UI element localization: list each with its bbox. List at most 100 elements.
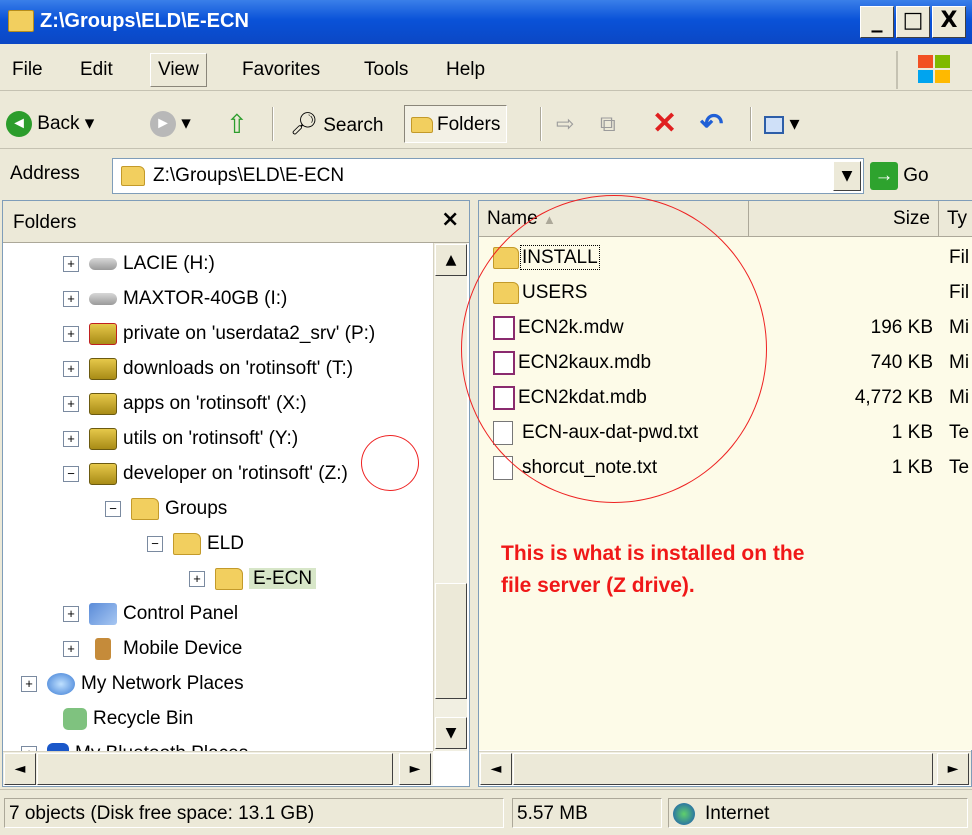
delete-button[interactable]: ✕ (652, 105, 677, 143)
expand-toggle[interactable]: + (63, 605, 79, 622)
scroll-right-button[interactable]: ► (399, 753, 431, 785)
address-input[interactable]: Z:\Groups\ELD\E-ECN ▼ (112, 158, 864, 194)
expand-toggle[interactable]: + (189, 570, 205, 587)
tree-item-bluetooth[interactable]: +My Bluetooth Places (21, 738, 248, 751)
expand-toggle[interactable]: + (63, 360, 79, 377)
network-drive-icon (89, 462, 117, 485)
collapse-toggle[interactable]: − (105, 500, 121, 517)
toolbar-separator (540, 107, 542, 141)
tree-item-label: MAXTOR-40GB (I:) (123, 288, 288, 309)
tree-item-eld[interactable]: − ELD (147, 528, 244, 560)
standard-toolbar: ◄ Back ▾ ► ▾ ⇧ 🔎︎ Search Folders ⇨ ⧉ ✕ ↶… (0, 97, 972, 149)
search-label: Search (323, 115, 384, 136)
scroll-right-button[interactable]: ► (937, 753, 969, 785)
control-panel-icon (89, 602, 117, 625)
tree-item-downloads[interactable]: + downloads on 'rotinsoft' (T:) (63, 353, 353, 385)
folder-icon (173, 532, 201, 555)
tree-item-lacie[interactable]: + LACIE (H:) (63, 248, 215, 280)
tree-item-apps[interactable]: + apps on 'rotinsoft' (X:) (63, 388, 307, 420)
back-button[interactable]: ◄ Back ▾ (6, 105, 94, 143)
folders-horizontal-scrollbar[interactable]: ◄ ► (3, 751, 433, 785)
explorer-window: Z:\Groups\ELD\E-ECN _ □ X File Edit View… (0, 0, 972, 835)
scroll-down-button[interactable]: ▼ (435, 717, 467, 749)
close-button[interactable]: X (932, 6, 966, 38)
file-size: 196 KB (870, 317, 933, 338)
search-button[interactable]: 🔎︎ Search (290, 105, 383, 143)
views-button[interactable]: ▾ (764, 105, 800, 143)
collapse-toggle[interactable]: − (63, 465, 79, 482)
tree-item-control-panel[interactable]: + Control Panel (63, 598, 238, 630)
folder-icon (215, 567, 243, 590)
go-label: Go (903, 165, 929, 186)
tree-item-utils[interactable]: + utils on 'rotinsoft' (Y:) (63, 423, 298, 455)
tree-item-network-places[interactable]: + My Network Places (21, 668, 244, 700)
scroll-thumb[interactable] (37, 753, 393, 785)
expand-toggle[interactable]: + (63, 640, 79, 657)
tree-item-recycle-bin[interactable]: Recycle Bin (63, 703, 193, 735)
tree-item-label: utils on 'rotinsoft' (Y:) (123, 428, 299, 449)
network-places-icon (47, 672, 75, 695)
collapse-toggle[interactable]: − (147, 535, 163, 552)
scroll-left-button[interactable]: ◄ (4, 753, 36, 785)
tree-item-developer[interactable]: − developer on 'rotinsoft' (Z:) (63, 458, 348, 490)
go-arrow-icon: → (870, 161, 898, 190)
scroll-thumb[interactable] (435, 583, 467, 699)
expand-toggle[interactable]: + (21, 675, 37, 692)
tree-item-label: My Network Places (81, 673, 244, 694)
expand-toggle[interactable]: + (63, 290, 79, 307)
address-dropdown-button[interactable]: ▼ (833, 161, 861, 191)
copy-to-icon: ⧉ (600, 111, 616, 136)
annotation-text-line1: This is what is installed on the (501, 542, 805, 565)
forward-button[interactable]: ► ▾ (150, 105, 191, 143)
expand-toggle[interactable]: + (63, 255, 79, 272)
title-bar[interactable]: Z:\Groups\ELD\E-ECN _ □ X (0, 0, 972, 44)
tree-item-maxtor[interactable]: + MAXTOR-40GB (I:) (63, 283, 287, 315)
menu-view[interactable]: View (150, 53, 207, 87)
scroll-thumb[interactable] (513, 753, 933, 785)
tree-item-label: Control Panel (123, 603, 239, 624)
undo-button[interactable]: ↶ (700, 105, 723, 143)
folders-vertical-scrollbar[interactable]: ▲ ▼ (433, 243, 467, 751)
annotation-text-line2: file server (Z drive). (501, 574, 695, 597)
menu-help[interactable]: Help (446, 59, 485, 81)
expand-toggle[interactable]: + (63, 325, 79, 342)
menu-favorites[interactable]: Favorites (242, 59, 320, 81)
minimize-button[interactable]: _ (860, 6, 894, 38)
network-drive-disconnected-icon (89, 322, 117, 345)
scroll-left-button[interactable]: ◄ (480, 753, 512, 785)
search-icon: 🔎︎ (290, 111, 318, 136)
close-pane-button[interactable]: × (441, 207, 459, 232)
tree-item-e-ecn[interactable]: + E-ECN (189, 563, 317, 595)
move-to-icon: ⇨ (556, 111, 575, 136)
tree-item-label: My Bluetooth Places (75, 743, 248, 751)
up-folder-button[interactable]: ⇧ (226, 105, 248, 143)
column-type[interactable]: Ty (939, 201, 972, 237)
maximize-button[interactable]: □ (896, 6, 930, 38)
scroll-up-button[interactable]: ▲ (435, 244, 467, 276)
tree-item-private[interactable]: + private on 'userdata2_srv' (P:) (63, 318, 375, 350)
expand-toggle[interactable]: + (63, 395, 79, 412)
expand-toggle[interactable]: + (63, 430, 79, 447)
status-zone: Internet (668, 798, 968, 828)
tree-item-mobile-device[interactable]: + Mobile Device (63, 633, 242, 665)
go-button[interactable]: → Go (870, 158, 945, 194)
status-size: 5.57 MB (512, 798, 662, 828)
file-type: Te (949, 457, 970, 478)
menu-file[interactable]: File (12, 59, 43, 81)
move-to-button[interactable]: ⇨ (556, 105, 574, 143)
toolbar-separator (272, 107, 274, 141)
folders-pane: Folders × + LACIE (H:) + MAXTOR-40GB (I:) … (2, 200, 470, 787)
column-size[interactable]: Size (749, 201, 939, 237)
tree-item-label: ELD (207, 533, 244, 554)
recycle-bin-icon (63, 707, 87, 730)
files-horizontal-scrollbar[interactable]: ◄ ► (479, 751, 971, 785)
file-type: Mi (949, 352, 970, 373)
mobile-device-icon (95, 637, 111, 660)
tree-item-label: apps on 'rotinsoft' (X:) (123, 393, 307, 414)
menu-tools[interactable]: Tools (364, 59, 408, 81)
address-bar: Address Z:\Groups\ELD\E-ECN ▼ → Go (0, 153, 972, 197)
menu-edit[interactable]: Edit (80, 59, 113, 81)
folders-button[interactable]: Folders (404, 105, 508, 143)
copy-to-button[interactable]: ⧉ (600, 105, 616, 143)
tree-item-groups[interactable]: − Groups (105, 493, 227, 525)
